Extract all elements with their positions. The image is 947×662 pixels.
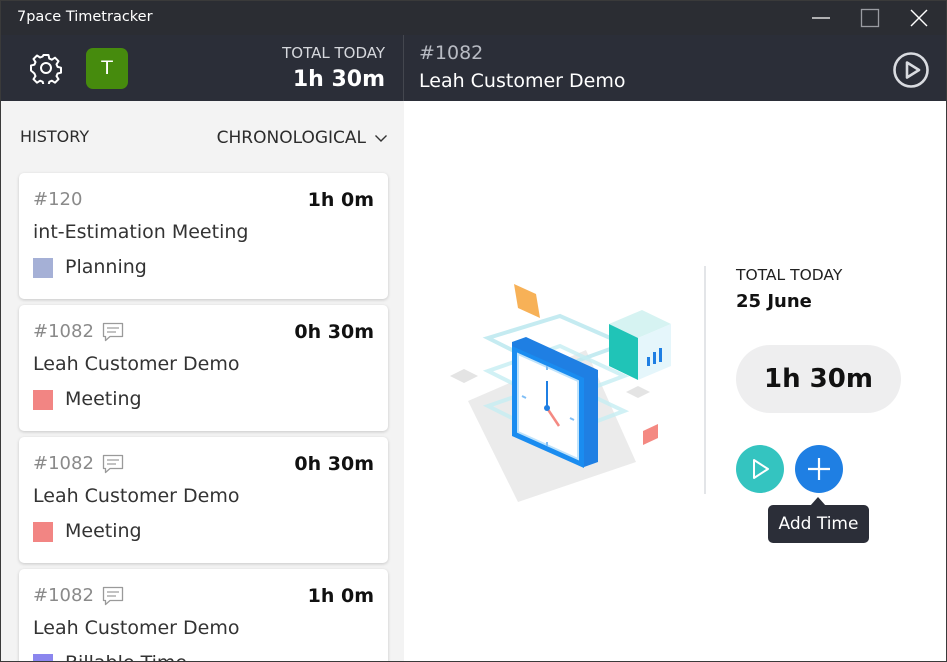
current-task-id[interactable]: #1082 <box>419 42 483 64</box>
entry-duration: 0h 30m <box>294 321 374 343</box>
entry-duration: 1h 0m <box>307 189 374 211</box>
today-total-time: 1h 30m <box>736 345 901 413</box>
header-divider <box>403 35 404 101</box>
minimize-button[interactable] <box>797 1 845 35</box>
start-timer-button[interactable] <box>736 445 784 493</box>
history-entry[interactable]: #120 1h 0m int-Estimation Meeting Planni… <box>19 173 388 299</box>
header-total-value: 1h 30m <box>292 67 385 92</box>
entry-duration: 1h 0m <box>307 585 374 607</box>
maximize-icon <box>860 8 880 28</box>
add-time-tooltip: Add Time <box>768 505 869 543</box>
history-entry[interactable]: #1082 0h 30m Leah Customer Demo Meeting <box>19 305 388 431</box>
entry-name: int-Estimation Meeting <box>33 221 249 243</box>
chevron-down-icon <box>375 135 387 142</box>
category-swatch <box>33 654 53 661</box>
category-swatch <box>33 390 53 410</box>
summary-divider <box>704 266 706 494</box>
entry-category: Planning <box>65 256 147 278</box>
window-title: 7pace Timetracker <box>17 9 153 25</box>
today-date: 25 June <box>736 291 812 312</box>
header-total-label: TOTAL TODAY <box>282 44 385 62</box>
entry-category: Meeting <box>65 388 142 410</box>
history-entry[interactable]: #1082 1h 0m Leah Customer Demo Billable … <box>19 569 388 661</box>
history-sidebar: HISTORY CHRONOLOGICAL #120 1h 0m int-Est… <box>1 101 404 661</box>
close-button[interactable] <box>895 1 943 35</box>
entry-id: #120 <box>33 189 83 210</box>
title-bar: 7pace Timetracker <box>1 1 946 35</box>
entry-id: #1082 <box>33 585 94 606</box>
entry-id: #1082 <box>33 453 94 474</box>
history-label: HISTORY <box>20 127 90 146</box>
add-time-button[interactable] <box>795 445 843 493</box>
category-swatch <box>33 258 53 278</box>
user-avatar[interactable]: T <box>86 48 128 89</box>
clock-illustration <box>450 284 671 502</box>
minimize-icon <box>812 17 830 19</box>
gear-icon <box>30 54 62 87</box>
history-entry[interactable]: #1082 0h 30m Leah Customer Demo Meeting <box>19 437 388 563</box>
comment-icon <box>102 322 124 342</box>
entry-category: Billable Time <box>65 652 187 661</box>
sort-label: CHRONOLOGICAL <box>216 128 366 148</box>
current-task-name[interactable]: Leah Customer Demo <box>419 70 625 92</box>
today-total-label: TOTAL TODAY <box>736 266 843 284</box>
maximize-button[interactable] <box>846 1 894 35</box>
sort-dropdown[interactable]: CHRONOLOGICAL <box>217 128 388 148</box>
app-header: T TOTAL TODAY 1h 30m #1082 Leah Customer… <box>1 35 946 101</box>
start-tracking-button[interactable] <box>892 51 930 89</box>
play-circle-icon <box>893 52 929 88</box>
comment-icon <box>102 454 124 474</box>
close-icon <box>910 9 928 27</box>
comment-icon <box>102 586 124 606</box>
entry-name: Leah Customer Demo <box>33 353 240 375</box>
entry-category: Meeting <box>65 520 142 542</box>
entry-id: #1082 <box>33 321 94 342</box>
app-window: 7pace Timetracker T TOTAL TODAY 1h 30m #… <box>0 0 947 662</box>
main-pane: TOTAL TODAY 25 June 1h 30m Add Time <box>404 101 946 661</box>
category-swatch <box>33 522 53 542</box>
plus-icon <box>808 458 830 480</box>
play-icon <box>753 459 769 479</box>
entry-name: Leah Customer Demo <box>33 617 240 639</box>
entry-name: Leah Customer Demo <box>33 485 240 507</box>
entry-duration: 0h 30m <box>294 453 374 475</box>
settings-button[interactable] <box>30 52 62 87</box>
